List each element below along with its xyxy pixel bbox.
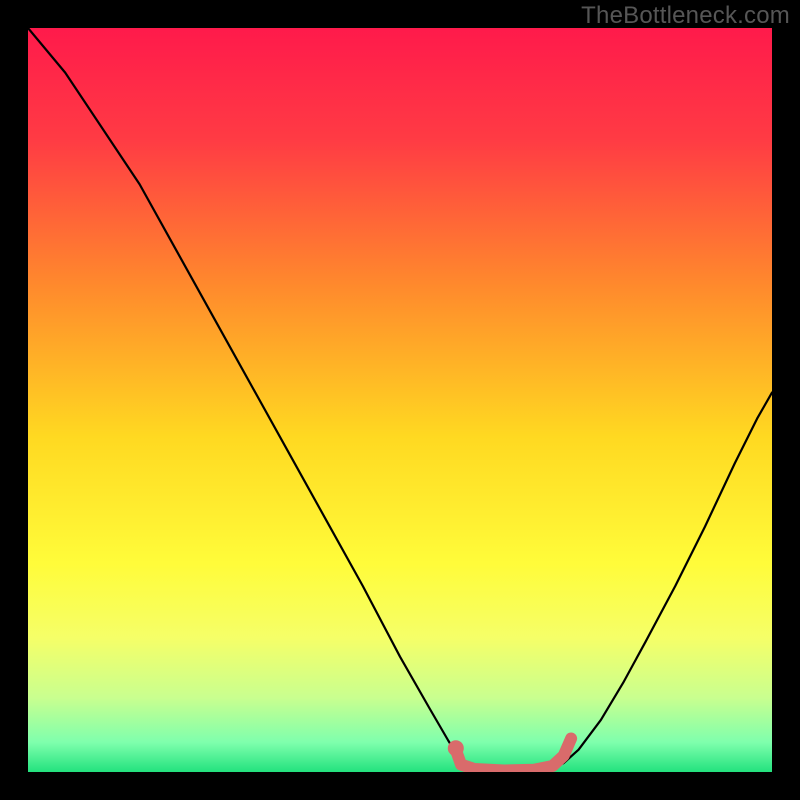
chart-svg <box>28 28 772 772</box>
chart-frame: TheBottleneck.com <box>0 0 800 800</box>
gradient-background <box>28 28 772 772</box>
watermark-text: TheBottleneck.com <box>581 2 790 30</box>
safe-zone-start-dot <box>448 740 464 756</box>
plot-area <box>28 28 772 772</box>
